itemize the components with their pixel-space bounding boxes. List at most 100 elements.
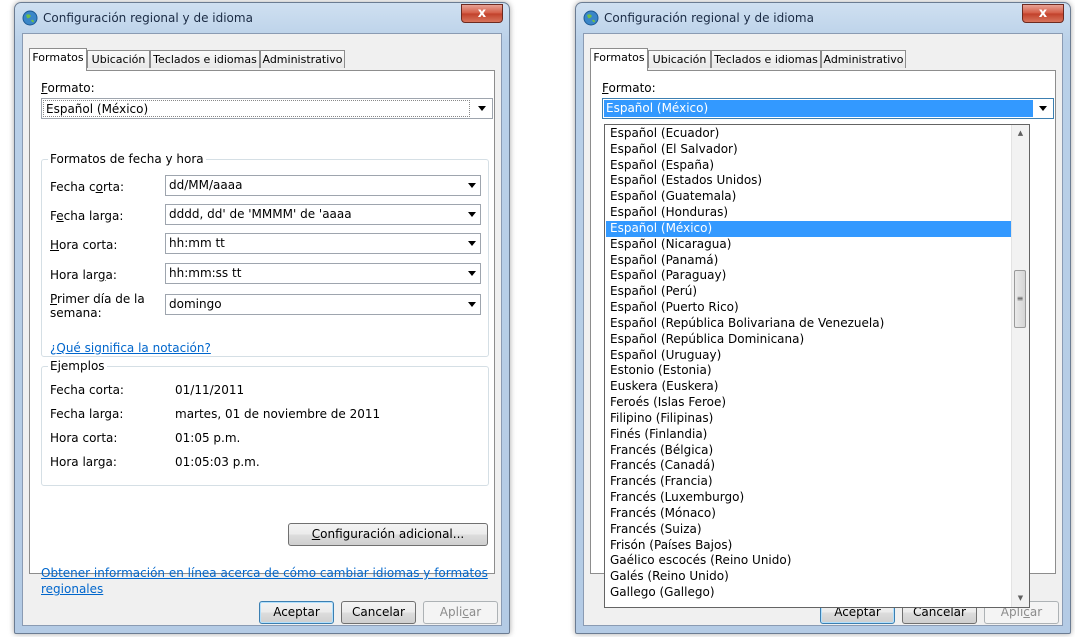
dropdown-options: Español (Ecuador) Español (El Salvador) Es… [606, 126, 1011, 601]
grip-icon: ≡ [1016, 294, 1024, 303]
dropdown-option[interactable]: Francés (Suiza) [606, 522, 1011, 538]
tab-panel-formatos: Formato: Español (México) Formatos de fe… [29, 70, 495, 596]
tab-ubicacion[interactable]: Ubicación [648, 50, 711, 68]
chevron-down-icon [468, 271, 476, 276]
dialog-client-area: Formatos Ubicación Teclados e idiomas Ad… [22, 33, 502, 626]
title-bar[interactable]: Configuración regional y de idioma x [576, 3, 1070, 33]
chevron-down-icon [468, 212, 476, 217]
title-bar[interactable]: Configuración regional y de idioma x [15, 3, 509, 33]
dropdown-option[interactable]: Francés (Luxemburgo) [606, 490, 1011, 506]
example-long-date-label: Fecha larga: [50, 407, 124, 421]
example-short-time-label: Hora corta: [50, 431, 118, 445]
format-select-value: Español (México) [43, 100, 470, 117]
dropdown-option[interactable]: Español (México) [606, 220, 1011, 237]
scroll-thumb[interactable]: ≡ [1014, 270, 1026, 328]
globe-icon [583, 10, 599, 26]
dropdown-option[interactable]: Euskera (Euskera) [606, 379, 1011, 395]
short-time-select[interactable]: hh:mm tt [165, 233, 481, 254]
long-time-value: hh:mm:ss tt [169, 266, 242, 280]
scroll-down-arrow-icon[interactable]: ▼ [1012, 590, 1029, 607]
scroll-up-arrow-icon[interactable]: ▲ [1012, 125, 1029, 142]
dropdown-option[interactable]: Español (República Dominicana) [606, 332, 1011, 348]
short-date-label: Fecha corta: [50, 180, 124, 194]
examples-group: Ejemplos Fecha corta: 01/11/2011 Fecha l… [41, 359, 489, 486]
dropdown-option[interactable]: Galés (Reino Unido) [606, 569, 1011, 585]
dropdown-scrollbar[interactable]: ▲ ≡ ▼ [1011, 125, 1029, 607]
tab-teclados[interactable]: Teclados e idiomas [711, 50, 821, 68]
dropdown-option[interactable]: Español (Estados Unidos) [606, 173, 1011, 189]
format-select[interactable]: Español (México) [602, 98, 1054, 119]
dropdown-option[interactable]: Francés (Canadá) [606, 458, 1011, 474]
long-date-select[interactable]: dddd, dd' de 'MMMM' de 'aaaa [165, 204, 481, 225]
dropdown-option[interactable]: Español (Honduras) [606, 205, 1011, 221]
dropdown-option[interactable]: Español (El Salvador) [606, 142, 1011, 158]
dropdown-option[interactable]: Español (Puerto Rico) [606, 300, 1011, 316]
dropdown-option[interactable]: Filipino (Filipinas) [606, 411, 1011, 427]
window-title: Configuración regional y de idioma [604, 11, 814, 25]
dropdown-option[interactable]: Español (Nicaragua) [606, 237, 1011, 253]
dropdown-option[interactable]: Español (Guatemala) [606, 189, 1011, 205]
example-short-date-label: Fecha corta: [50, 383, 124, 397]
globe-icon [22, 10, 38, 26]
dropdown-option[interactable]: Feroés (Islas Feroe) [606, 395, 1011, 411]
cancel-button[interactable]: Cancelar [341, 601, 416, 624]
long-date-value: dddd, dd' de 'MMMM' de 'aaaa [169, 207, 352, 221]
chevron-down-icon [468, 302, 476, 307]
first-day-select[interactable]: domingo [165, 294, 481, 315]
dialog-window-formats-dropdown-open: Configuración regional y de idioma x For… [575, 2, 1071, 634]
short-date-value: dd/MM/aaaa [169, 178, 243, 192]
tab-administrativo[interactable]: Administrativo [260, 50, 345, 68]
notation-help-link[interactable]: ¿Qué significa la notación? [50, 341, 211, 355]
ok-button[interactable]: Aceptar [259, 601, 334, 624]
tab-ubicacion[interactable]: Ubicación [87, 50, 150, 68]
chevron-down-icon [468, 183, 476, 188]
short-date-select[interactable]: dd/MM/aaaa [165, 175, 481, 196]
close-button[interactable]: x [461, 4, 503, 23]
online-info-link[interactable]: Obtener información en línea acerca de c… [41, 565, 488, 597]
long-date-label: Fecha larga: [50, 209, 124, 223]
close-icon: x [477, 6, 487, 21]
dropdown-option[interactable]: Español (Paraguay) [606, 268, 1011, 284]
dropdown-option[interactable]: Francés (Bélgica) [606, 443, 1011, 459]
dropdown-option[interactable]: Español (Ecuador) [606, 126, 1011, 142]
dropdown-option[interactable]: Español (Panamá) [606, 253, 1011, 269]
additional-settings-button[interactable]: Configuración adicional... [288, 523, 488, 546]
format-select-value: Español (México) [604, 100, 1033, 117]
chevron-down-icon [468, 241, 476, 246]
example-short-time-value: 01:05 p.m. [175, 431, 241, 445]
first-day-value: domingo [169, 297, 222, 311]
example-long-time-label: Hora larga: [50, 455, 117, 469]
tab-formatos[interactable]: Formatos [29, 48, 87, 71]
close-icon: x [1038, 6, 1048, 21]
dropdown-option[interactable]: Español (Uruguay) [606, 348, 1011, 364]
long-time-select[interactable]: hh:mm:ss tt [165, 263, 481, 284]
tab-administrativo[interactable]: Administrativo [821, 50, 906, 68]
chevron-down-icon [1039, 106, 1047, 111]
example-long-date-value: martes, 01 de noviembre de 2011 [175, 407, 381, 421]
example-long-time-value: 01:05:03 p.m. [175, 455, 260, 469]
first-day-label: Primer día de la semana: [50, 292, 145, 320]
dropdown-option[interactable]: Francés (Mónaco) [606, 506, 1011, 522]
format-dropdown-list[interactable]: Español (Ecuador) Español (El Salvador) Es… [604, 124, 1030, 608]
short-time-value: hh:mm tt [169, 236, 225, 250]
dropdown-option[interactable]: Español (República Bolivariana de Venezu… [606, 316, 1011, 332]
long-time-label: Hora larga: [50, 268, 117, 282]
examples-group-title: Ejemplos [48, 359, 107, 373]
dropdown-option[interactable]: Frisón (Países Bajos) [606, 538, 1011, 554]
format-label: Formato: [602, 81, 656, 95]
dropdown-option[interactable]: Gallego (Gallego) [606, 585, 1011, 601]
dropdown-option[interactable]: Estonio (Estonia) [606, 363, 1011, 379]
close-button[interactable]: x [1022, 4, 1064, 23]
dropdown-option[interactable]: Gaélico escocés (Reino Unido) [606, 553, 1011, 569]
tab-teclados[interactable]: Teclados e idiomas [150, 50, 260, 68]
datetime-formats-group: Formatos de fecha y hora Fecha corta: dd… [41, 152, 489, 357]
dropdown-option[interactable]: Francés (Francia) [606, 474, 1011, 490]
dropdown-option[interactable]: Español (Perú) [606, 284, 1011, 300]
dropdown-option[interactable]: Español (España) [606, 158, 1011, 174]
apply-button[interactable]: Aplicar [423, 601, 498, 624]
dropdown-option[interactable]: Finés (Finlandia) [606, 427, 1011, 443]
format-select[interactable]: Español (México) [41, 98, 493, 119]
tab-formatos[interactable]: Formatos [590, 48, 648, 71]
example-short-date-value: 01/11/2011 [175, 383, 245, 397]
short-time-label: Hora corta: [50, 238, 118, 252]
